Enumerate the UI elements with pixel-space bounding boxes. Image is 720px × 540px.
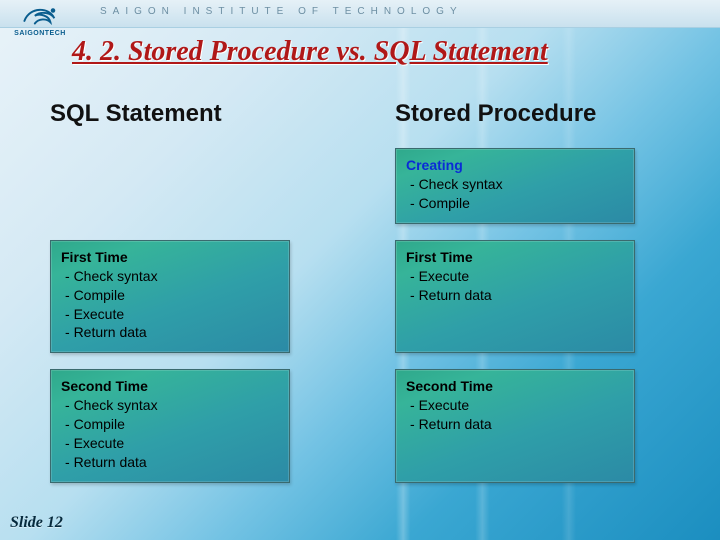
list-item: Execute [61, 305, 277, 324]
card-title: Second Time [61, 378, 277, 394]
list-item: Compile [406, 194, 622, 213]
column-heading-right: Stored Procedure [395, 100, 680, 128]
empty-cell [50, 148, 335, 224]
slide-number: Slide 12 [10, 514, 63, 532]
list-item: Check syntax [61, 396, 277, 415]
card-sql-first: First Time Check syntax Compile Execute … [50, 240, 290, 354]
list-item: Check syntax [406, 175, 622, 194]
list-item: Compile [61, 415, 277, 434]
card-title: First Time [406, 249, 622, 265]
list-item: Check syntax [61, 267, 277, 286]
list-item: Return data [406, 415, 622, 434]
card-list: Check syntax Compile [406, 175, 622, 213]
card-creating: Creating Check syntax Compile [395, 148, 635, 224]
list-item: Execute [406, 396, 622, 415]
logo-text: SAIGONTECH [14, 30, 66, 37]
logo: SAIGONTECH [10, 4, 70, 52]
card-title: Creating [406, 157, 622, 173]
card-sp-second: Second Time Execute Return data [395, 369, 635, 483]
card-list: Execute Return data [406, 396, 622, 434]
list-item: Execute [406, 267, 622, 286]
list-item: Return data [61, 453, 277, 472]
content-grid: SQL Statement Stored Procedure Creating … [50, 100, 680, 500]
card-title: Second Time [406, 378, 622, 394]
card-list: Check syntax Compile Execute Return data [61, 267, 277, 343]
list-item: Return data [61, 323, 277, 342]
slide-title: 4. 2. Stored Procedure vs. SQL Statement [72, 36, 548, 68]
list-item: Compile [61, 286, 277, 305]
card-sp-first: First Time Execute Return data [395, 240, 635, 354]
card-title: First Time [61, 249, 277, 265]
card-list: Check syntax Compile Execute Return data [61, 396, 277, 472]
card-list: Execute Return data [406, 267, 622, 305]
card-sql-second: Second Time Check syntax Compile Execute… [50, 369, 290, 483]
list-item: Execute [61, 434, 277, 453]
column-heading-left: SQL Statement [50, 100, 335, 128]
swirl-icon [20, 4, 60, 30]
institution-name: SAIGON INSTITUTE OF TECHNOLOGY [100, 6, 463, 17]
list-item: Return data [406, 286, 622, 305]
